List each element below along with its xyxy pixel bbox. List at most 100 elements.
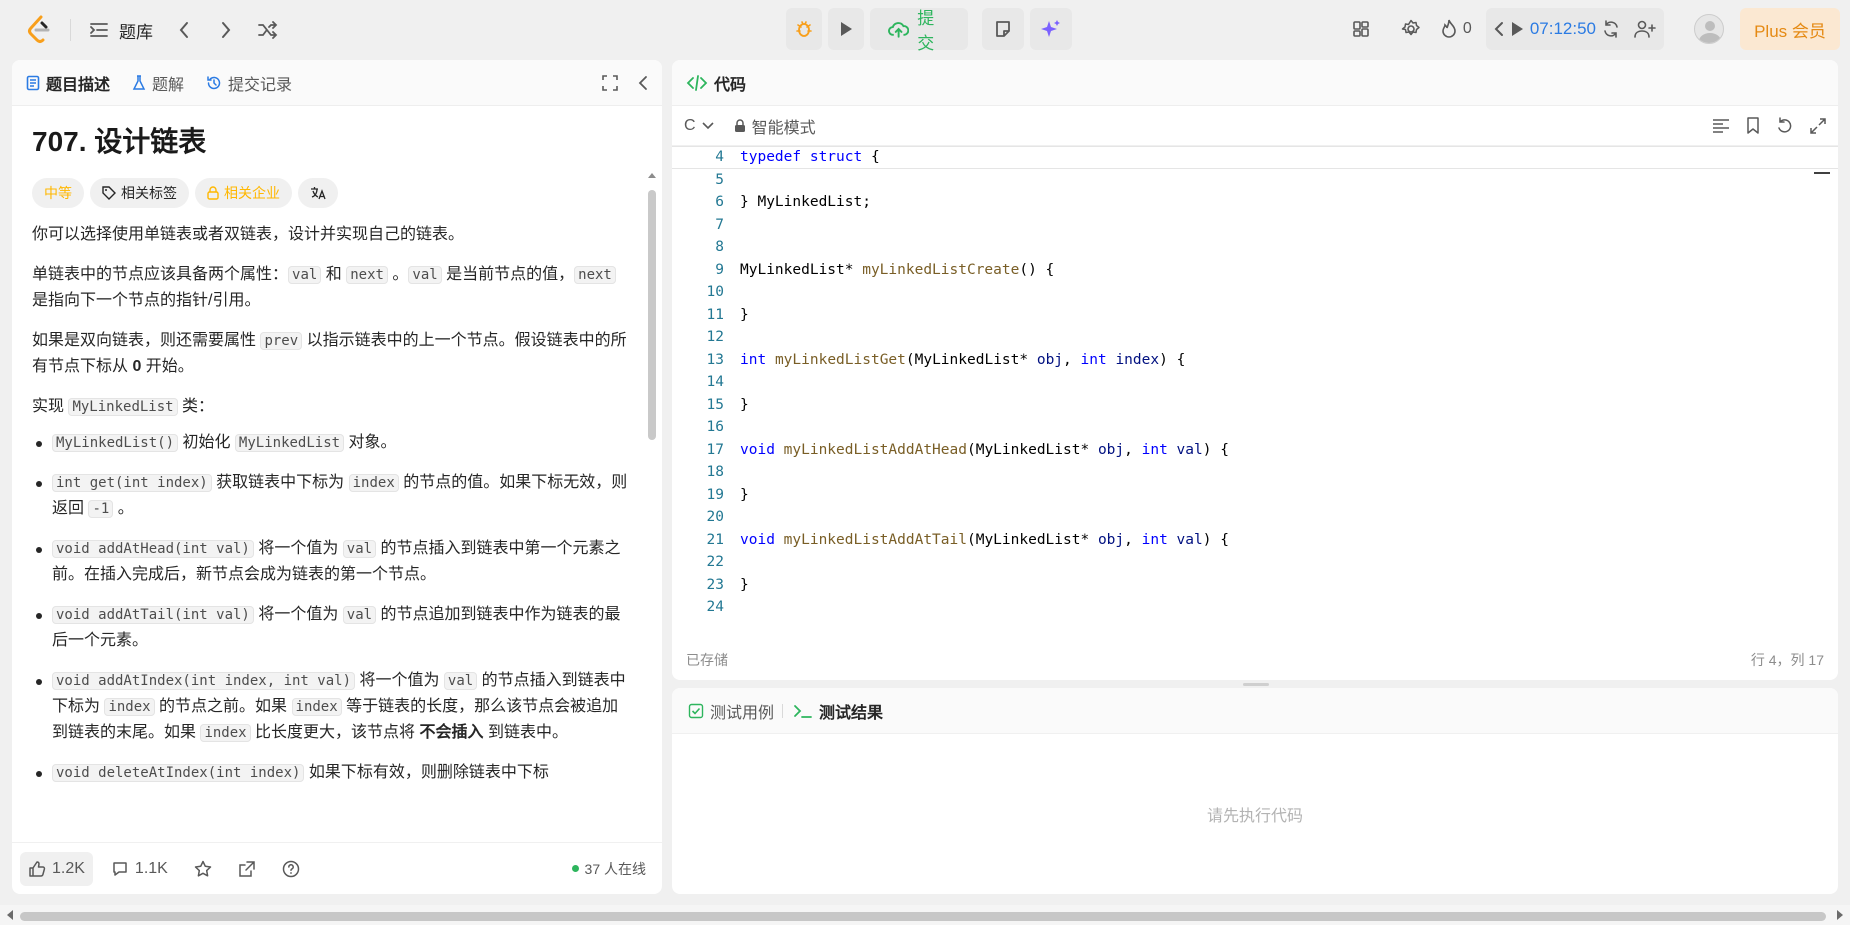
problem-title: 707. 设计链表 <box>32 126 207 157</box>
test-panel: 测试用例 测试结果 请先执行代码 <box>672 688 1838 894</box>
code-line[interactable]: 21 void myLinkedListAddAtTail(MyLinkedLis… <box>672 529 1838 552</box>
undo-icon <box>1778 116 1792 133</box>
timer-play-button[interactable] <box>1510 21 1524 37</box>
scroll-thumb[interactable] <box>20 912 1826 921</box>
code-line[interactable]: 20 <box>672 506 1838 529</box>
code-line[interactable]: 5 <box>672 169 1838 192</box>
random-problem-button[interactable] <box>247 12 289 48</box>
tab-submissions[interactable]: 提交记录 <box>206 71 292 95</box>
code-line[interactable]: 6} MyLinkedList; <box>672 191 1838 214</box>
smart-mode-toggle[interactable]: 智能模式 <box>734 114 816 138</box>
collapse-panel-button[interactable] <box>638 75 648 91</box>
bookmark-button[interactable] <box>1746 116 1760 135</box>
tab-code[interactable]: 代码 <box>686 71 746 95</box>
ai-assist-button[interactable] <box>1030 8 1072 50</box>
language-select[interactable]: C <box>684 117 714 135</box>
avatar[interactable] <box>1694 14 1724 44</box>
related-companies-button[interactable]: 相关企业 <box>195 178 292 208</box>
tab-label: 测试用例 <box>710 704 775 722</box>
code-line[interactable]: 10 <box>672 281 1838 304</box>
comments-button[interactable]: 1.1K <box>103 852 176 886</box>
tab-label: 代码 <box>714 76 747 94</box>
code-line[interactable]: 15} <box>672 394 1838 417</box>
timer-reset-button[interactable] <box>1602 20 1620 38</box>
run-button[interactable] <box>828 8 864 50</box>
code-line[interactable]: 7 <box>672 214 1838 237</box>
line-number: 4 <box>715 149 724 166</box>
help-button[interactable] <box>274 852 308 886</box>
timer-collapse-button[interactable] <box>1494 21 1504 37</box>
description-scrollbar[interactable] <box>648 120 656 840</box>
tab-solutions[interactable]: 题解 <box>132 71 184 95</box>
settings-button[interactable] <box>1391 9 1431 49</box>
share-button[interactable] <box>230 852 264 886</box>
resize-handle[interactable] <box>1243 683 1269 686</box>
related-tags-button[interactable]: 相关标签 <box>90 178 189 208</box>
paragraph: 你可以选择使用单链表或者双链表，设计并实现自己的链表。 <box>32 226 465 243</box>
line-source: void myLinkedListAddAtTail(MyLinkedList*… <box>740 531 1229 548</box>
code-line[interactable]: 23} <box>672 574 1838 597</box>
problem-list-button[interactable]: 题库 <box>89 18 153 43</box>
submit-button[interactable]: 提交 <box>870 8 968 53</box>
line-number: 18 <box>706 464 724 481</box>
code-line[interactable]: 24 <box>672 596 1838 618</box>
debug-button[interactable] <box>786 8 822 50</box>
code-line[interactable]: 12 <box>672 326 1838 349</box>
fullscreen-button[interactable] <box>602 74 618 91</box>
flame-icon <box>1442 19 1456 38</box>
code-line[interactable]: 16 <box>672 416 1838 439</box>
code-line[interactable]: 13 int myLinkedListGet(MyLinkedList* obj,… <box>672 349 1838 372</box>
code-line[interactable]: 19} <box>672 484 1838 507</box>
next-problem-button[interactable] <box>205 12 247 48</box>
code-line[interactable]: 9 MyLinkedList* myLinkedListCreate() { <box>672 259 1838 282</box>
expand-icon <box>602 74 618 91</box>
notes-button[interactable] <box>982 8 1024 50</box>
format-button[interactable] <box>1712 118 1730 134</box>
scroll-thumb[interactable] <box>648 190 656 440</box>
play-icon <box>1511 22 1523 36</box>
sparkle-icon <box>1041 20 1060 37</box>
translate-button[interactable] <box>298 178 338 208</box>
line-number: 8 <box>715 239 724 256</box>
scroll-right-icon[interactable] <box>1836 910 1844 920</box>
code-line[interactable]: 14 <box>672 371 1838 394</box>
tab-label: 题目描述 <box>46 76 111 94</box>
related-tags-label: 相关标签 <box>121 185 177 201</box>
reset-code-button[interactable] <box>1776 116 1794 135</box>
chevron-down-icon <box>701 121 714 129</box>
line-number: 16 <box>706 419 724 436</box>
code-line[interactable]: 17 void myLinkedListAddAtHead(MyLinkedLis… <box>672 439 1838 462</box>
empty-result-message: 请先执行代码 <box>1206 808 1303 825</box>
like-button[interactable]: 1.2K <box>20 851 93 886</box>
code-line[interactable]: 22 <box>672 551 1838 574</box>
leetcode-logo-icon[interactable] <box>26 15 52 45</box>
description-panel: 题目描述 题解 提交记录 707. 设计链表 中等 相关标签 相关企业 你可以选… <box>12 60 662 894</box>
scroll-left-icon[interactable] <box>6 910 14 920</box>
line-number: 14 <box>706 374 724 391</box>
code-line[interactable]: 4 typedef struct { <box>672 146 1838 169</box>
code-editor[interactable]: 4 typedef struct {5 6} MyLinkedList; 7 8 9 MyL… <box>672 146 1838 618</box>
description-footer: 1.2K 1.1K 37 人在线 <box>12 842 662 894</box>
list-item: void addAtIndex(int index, int val) 将一个值… <box>32 668 628 746</box>
layout-button[interactable] <box>1341 9 1381 49</box>
line-number: 12 <box>706 329 724 346</box>
tab-test-result[interactable]: 测试结果 <box>793 699 883 723</box>
align-left-icon <box>1713 118 1729 133</box>
tab-testcases[interactable]: 测试用例 <box>688 699 774 723</box>
favorite-button[interactable] <box>186 852 220 886</box>
tab-description[interactable]: 题目描述 <box>26 71 110 95</box>
difficulty-badge: 中等 <box>32 178 84 208</box>
code-line[interactable]: 11} <box>672 304 1838 327</box>
invite-button[interactable] <box>1634 20 1656 38</box>
streak-button[interactable]: 0 <box>1441 9 1472 49</box>
page-horizontal-scrollbar[interactable] <box>0 905 1850 925</box>
scroll-up-icon[interactable] <box>648 172 656 180</box>
plus-membership-button[interactable]: Plus 会员 <box>1740 8 1840 50</box>
code-line[interactable]: 8 <box>672 236 1838 259</box>
prev-problem-button[interactable] <box>163 12 205 48</box>
line-number: 6 <box>715 194 724 211</box>
saved-status: 已存储 <box>686 652 728 668</box>
line-number: 19 <box>706 486 724 503</box>
code-line[interactable]: 18 <box>672 461 1838 484</box>
maximize-editor-button[interactable] <box>1810 117 1826 134</box>
